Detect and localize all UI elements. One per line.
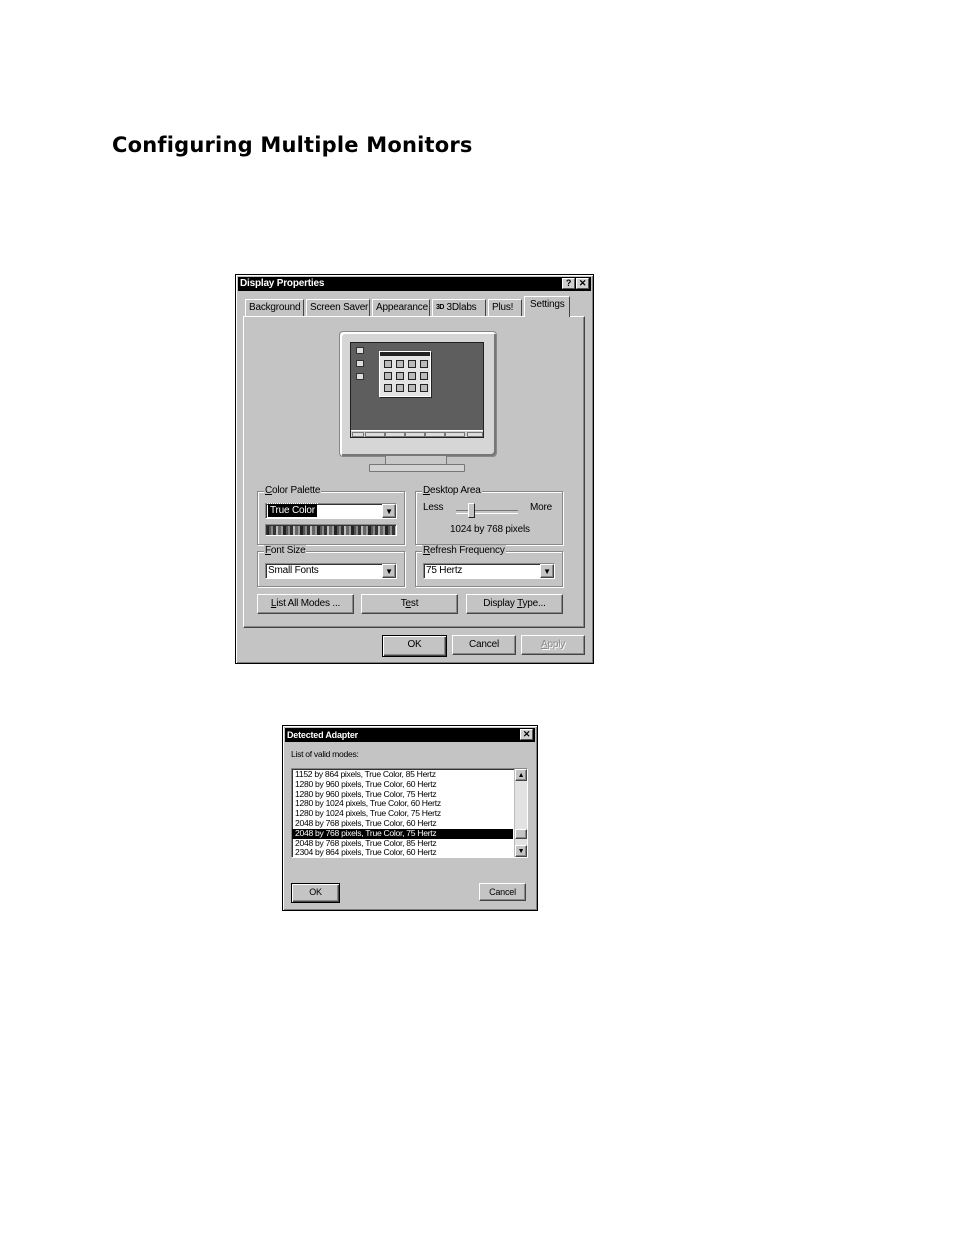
font-size-label: Font Size <box>264 545 307 556</box>
cancel-button[interactable]: Cancel <box>452 635 516 655</box>
adapter-cancel-button[interactable]: Cancel <box>479 883 526 901</box>
font-size-value: Small Fonts <box>268 565 319 576</box>
recycle-bin-icon <box>356 373 364 380</box>
my-computer-icon <box>356 347 364 354</box>
close-icon[interactable]: ✕ <box>520 729 533 740</box>
scroll-up-icon[interactable]: ▲ <box>515 769 527 781</box>
color-palette-preview <box>265 524 397 536</box>
close-icon[interactable]: ✕ <box>576 278 589 289</box>
refresh-frequency-select[interactable]: 75 Hertz ▼ <box>423 563 555 579</box>
adapter-titlebar[interactable]: Detected Adapter ✕ <box>285 728 535 742</box>
preview-desktop <box>350 342 484 438</box>
modes-listbox[interactable]: 1152 by 864 pixels, True Color, 85 Hertz… <box>291 768 528 858</box>
dialog-titlebar[interactable]: Display Properties ? ✕ <box>238 277 591 291</box>
page-heading: Configuring Multiple Monitors <box>112 133 473 157</box>
preview-window <box>379 351 431 397</box>
3dlabs-logo-icon: 3D <box>436 304 444 311</box>
ok-button[interactable]: OK <box>382 635 447 657</box>
font-size-group: Font Size Small Fonts ▼ <box>257 545 405 587</box>
list-item[interactable]: 2304 by 864 pixels, True Color, 60 Hertz <box>292 848 513 857</box>
display-type-button[interactable]: Display Type... <box>466 594 563 614</box>
color-palette-value: True Color <box>267 503 318 518</box>
detected-adapter-dialog: Detected Adapter ✕ List of valid modes: … <box>282 725 538 911</box>
desktop-area-group: Desktop Area Less More 1024 by 768 pixel… <box>415 485 563 545</box>
modes-list: 1152 by 864 pixels, True Color, 85 Hertz… <box>292 769 527 857</box>
chevron-down-icon[interactable]: ▼ <box>382 564 396 578</box>
refresh-frequency-value: 75 Hertz <box>426 565 463 576</box>
display-properties-dialog: Display Properties ? ✕ Background Screen… <box>235 274 594 664</box>
monitor-stand <box>369 464 465 472</box>
tab-background[interactable]: Background <box>245 299 304 316</box>
preview-taskbar <box>351 430 483 437</box>
adapter-dialog-title: Detected Adapter <box>287 730 358 740</box>
desktop-area-slider-track[interactable] <box>456 510 518 514</box>
desktop-area-slider-thumb[interactable] <box>468 503 475 518</box>
apply-button[interactable]: Apply <box>521 635 585 655</box>
refresh-frequency-label: Refresh Frequency <box>422 545 506 556</box>
desktop-area-label: Desktop Area <box>422 485 482 496</box>
modes-scrollbar[interactable]: ▲ ▼ <box>514 769 527 857</box>
resolution-text: 1024 by 768 pixels <box>450 524 530 535</box>
monitor-preview <box>339 331 497 457</box>
dialog-title: Display Properties <box>240 278 325 289</box>
tab-3dlabs[interactable]: 3D 3Dlabs <box>432 299 486 316</box>
valid-modes-label: List of valid modes: <box>291 749 359 759</box>
color-palette-group: Color Palette True Color ▼ <box>257 485 405 545</box>
help-button[interactable]: ? <box>562 278 575 289</box>
color-palette-select[interactable]: True Color ▼ <box>265 503 397 519</box>
color-palette-label: Color Palette <box>264 485 322 496</box>
tab-appearance[interactable]: Appearance <box>372 299 430 316</box>
settings-panel: Color Palette True Color ▼ Desktop Area … <box>243 316 585 628</box>
less-label: Less <box>423 502 444 513</box>
network-icon <box>356 360 364 367</box>
scroll-thumb[interactable] <box>515 829 527 839</box>
font-size-select[interactable]: Small Fonts ▼ <box>265 563 397 579</box>
chevron-down-icon[interactable]: ▼ <box>382 504 396 518</box>
chevron-down-icon[interactable]: ▼ <box>540 564 554 578</box>
tab-settings[interactable]: Settings <box>524 296 570 317</box>
list-all-modes-button[interactable]: List All Modes ... <box>257 594 354 614</box>
refresh-frequency-group: Refresh Frequency 75 Hertz ▼ <box>415 545 563 587</box>
scroll-down-icon[interactable]: ▼ <box>515 845 527 857</box>
more-label: More <box>530 502 552 513</box>
tab-plus[interactable]: Plus! <box>488 299 522 316</box>
adapter-ok-button[interactable]: OK <box>291 883 340 903</box>
test-button[interactable]: Test <box>361 594 458 614</box>
tab-screen-saver[interactable]: Screen Saver <box>306 299 370 316</box>
